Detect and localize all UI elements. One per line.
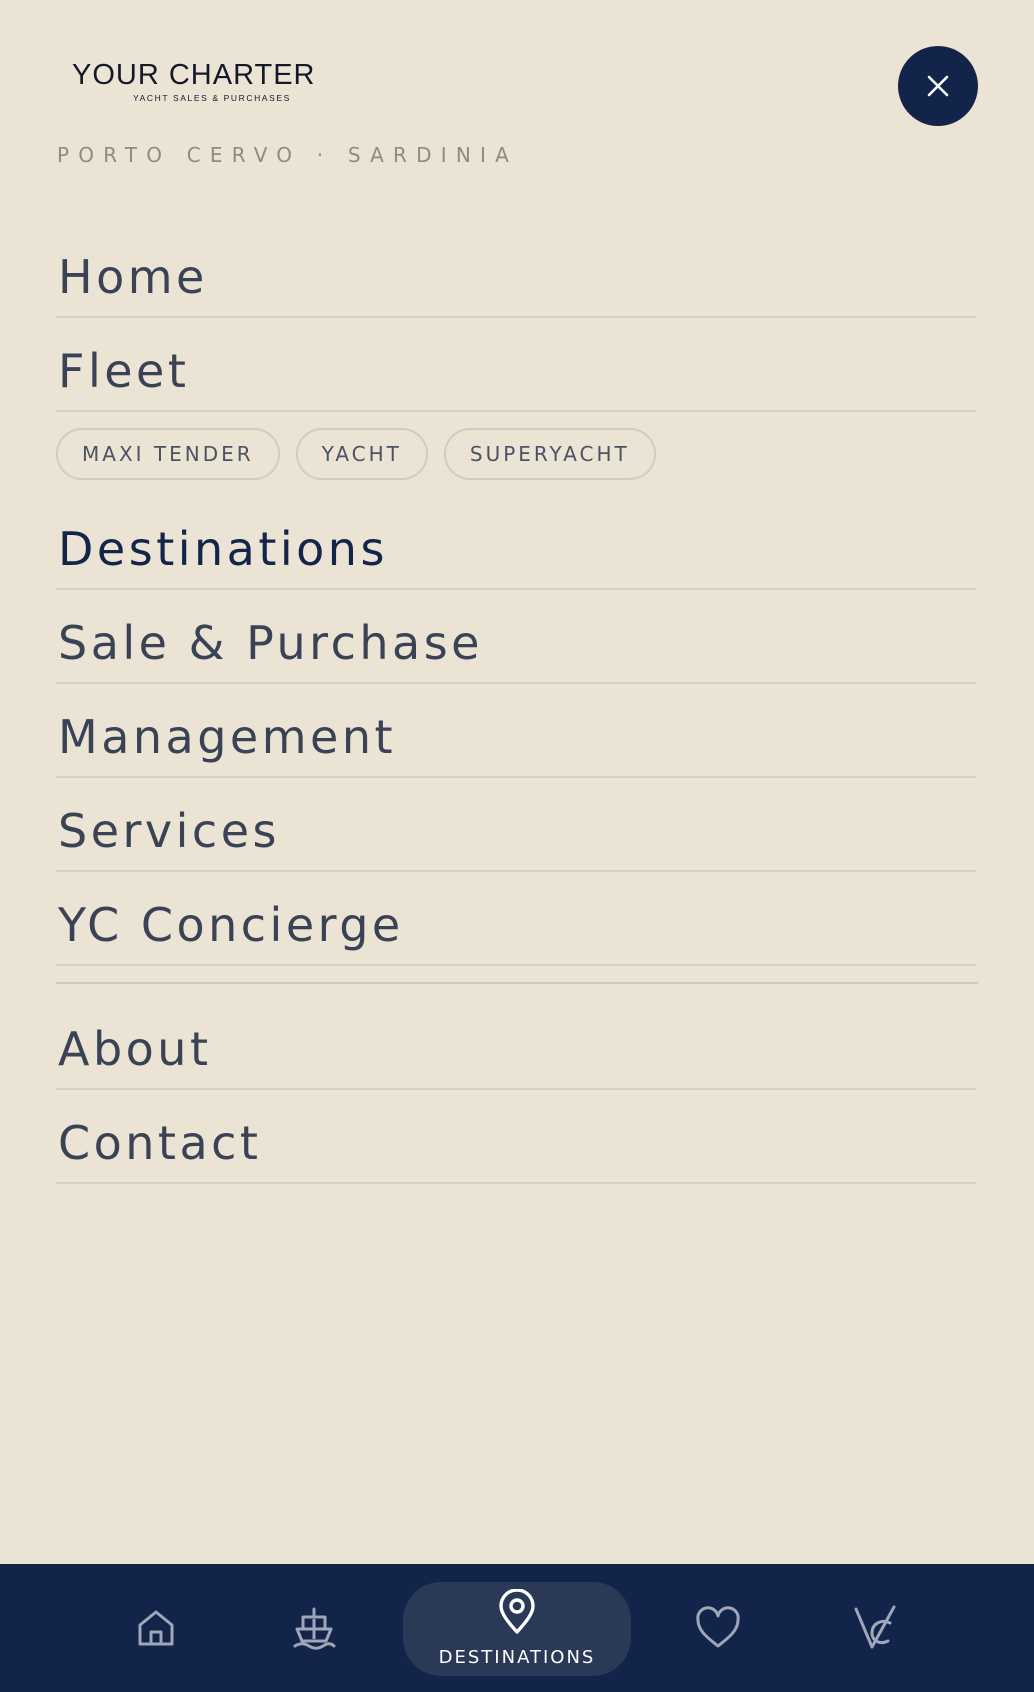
nav-item-contact[interactable]: Contact [56, 1092, 976, 1184]
nav-item-label: Management [58, 710, 397, 764]
nav-item-about[interactable]: About [56, 998, 976, 1090]
close-icon [927, 75, 949, 97]
chip-yacht[interactable]: YACHT [295, 428, 428, 480]
nav-item-destinations[interactable]: Destinations [56, 498, 976, 590]
nav-item-label: YC Concierge [58, 898, 404, 952]
nav-item-fleet[interactable]: Fleet [56, 320, 976, 412]
nav-item-label: Services [58, 804, 280, 858]
tab-home[interactable] [116, 1564, 196, 1692]
fleet-chips: MAXI TENDER YACHT SUPERYACHT [56, 428, 656, 480]
chip-maxi-tender[interactable]: MAXI TENDER [56, 428, 280, 480]
nav-item-label: About [58, 1022, 212, 1076]
menu-panel: YOUR CHARTER YACHT SALES & PURCHASES POR… [0, 0, 1034, 1564]
nav-divider [56, 982, 978, 984]
brand-name: YOUR CHARTER [72, 59, 316, 91]
nav-item-services[interactable]: Services [56, 780, 976, 872]
home-icon [138, 1610, 174, 1646]
close-menu-button[interactable] [898, 46, 978, 126]
tab-label: DESTINATIONS [438, 1646, 596, 1668]
location-label: PORTO CERVO · SARDINIA [57, 143, 518, 167]
nav-item-label: Contact [58, 1116, 262, 1170]
nav-item-label: Fleet [58, 344, 190, 398]
nav-item-concierge[interactable]: YC Concierge [56, 874, 976, 966]
nav-item-home[interactable]: Home [56, 226, 976, 318]
yc-logo-icon [854, 1605, 896, 1649]
tab-fleet[interactable] [274, 1564, 354, 1692]
chip-superyacht[interactable]: SUPERYACHT [443, 428, 656, 480]
nav-item-label: Sale & Purchase [58, 616, 483, 670]
nav-item-label: Destinations [58, 522, 388, 576]
brand-tagline: YACHT SALES & PURCHASES [133, 93, 291, 103]
heart-icon [696, 1606, 740, 1648]
location-pin-icon [499, 1588, 535, 1634]
bottom-tab-bar: DESTINATIONS [0, 1564, 1034, 1692]
brand-logo[interactable]: YOUR CHARTER YACHT SALES & PURCHASES [72, 58, 342, 108]
nav-item-sale-purchase[interactable]: Sale & Purchase [56, 592, 976, 684]
boat-icon [293, 1607, 336, 1650]
tab-concierge[interactable] [836, 1564, 916, 1692]
tab-favorites[interactable] [678, 1564, 758, 1692]
tab-destinations[interactable]: DESTINATIONS [403, 1564, 631, 1692]
nav-item-label: Home [58, 250, 208, 304]
nav-item-management[interactable]: Management [56, 686, 976, 778]
